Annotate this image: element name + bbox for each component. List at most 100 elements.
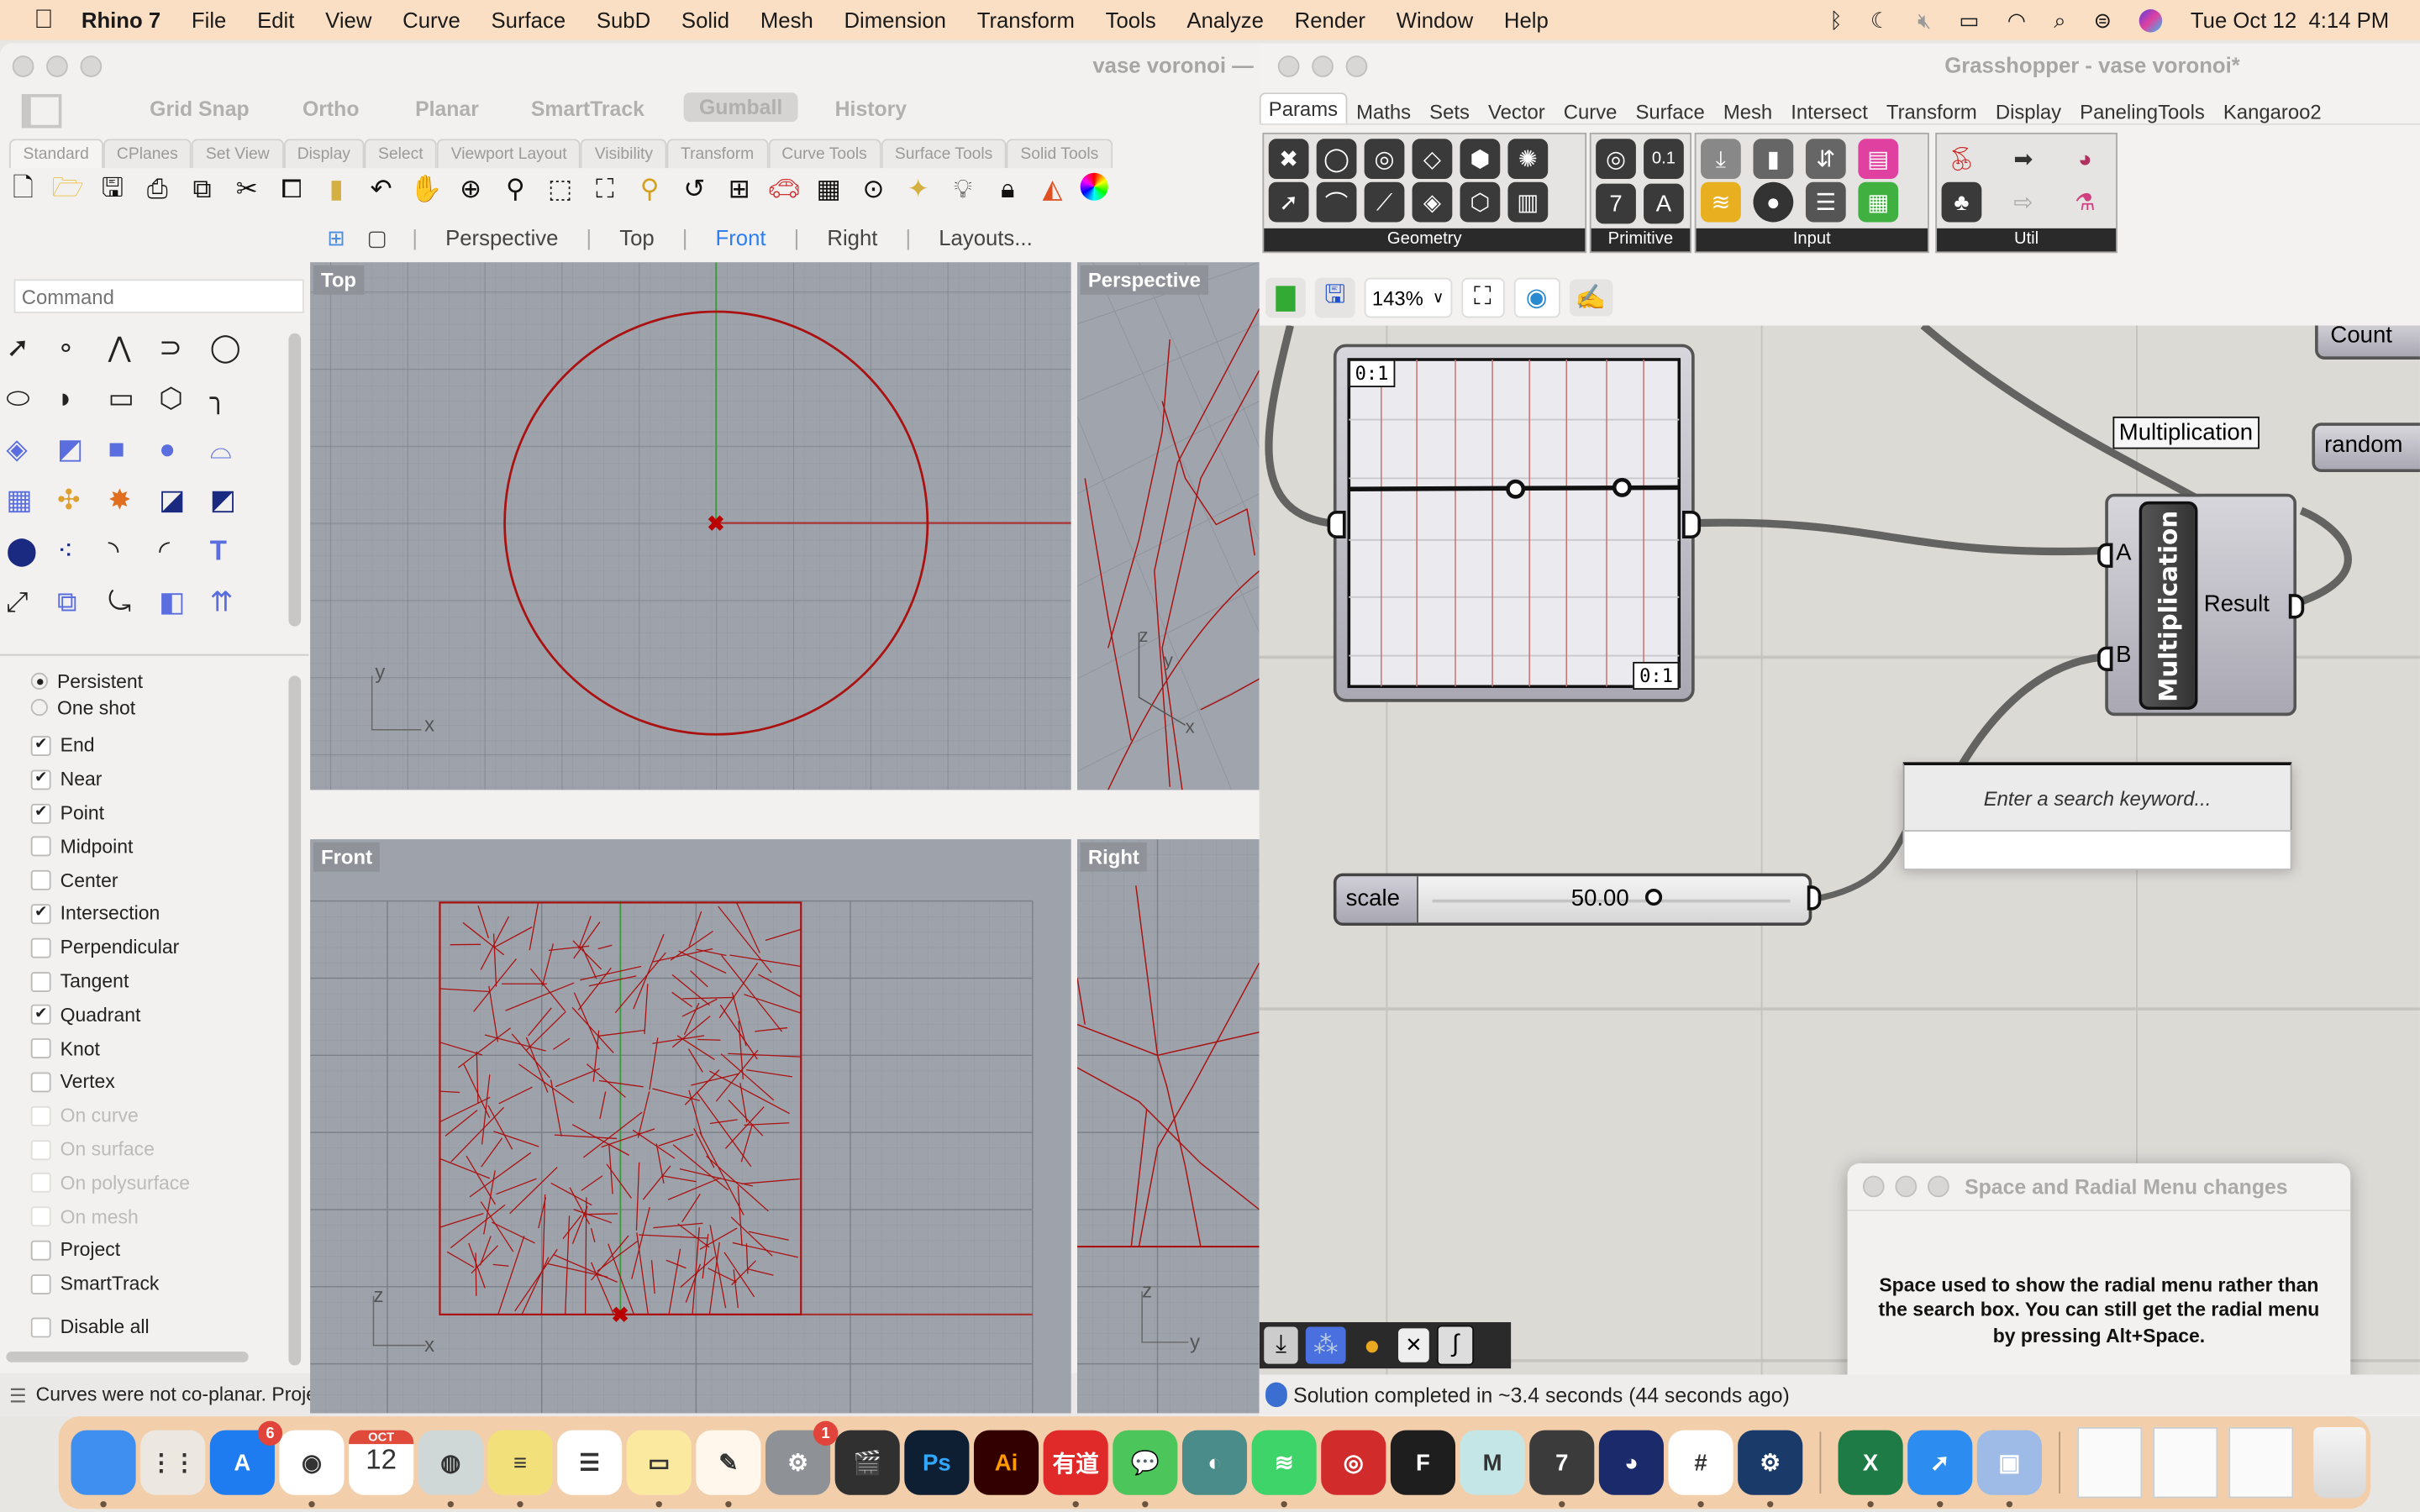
cut-icon[interactable]: ✂ bbox=[230, 173, 264, 207]
dock-app-cinema-4d[interactable]: ◕ bbox=[1598, 1430, 1664, 1495]
ortho-toggle[interactable]: Ortho bbox=[302, 97, 359, 121]
osnap-checkbox-smarttrack[interactable]: SmartTrack bbox=[30, 1268, 286, 1301]
text-param-icon[interactable]: A bbox=[1644, 183, 1684, 224]
search-keyword-input[interactable]: Enter a search keyword... bbox=[1902, 762, 2292, 831]
zoom-extents-icon[interactable]: ⛶ bbox=[1460, 277, 1505, 318]
multiplication-node[interactable]: Multiplication A B Result bbox=[2097, 493, 2305, 717]
car-icon[interactable]: 🚗︎ bbox=[767, 173, 801, 207]
random-node[interactable]: random bbox=[2312, 423, 2420, 473]
gumball-toggle[interactable]: Gumball bbox=[683, 92, 798, 123]
menu-render[interactable]: Render bbox=[1295, 8, 1365, 32]
checkbox[interactable] bbox=[30, 1105, 51, 1126]
dock-app-system-preferences[interactable]: ⚙ 1 bbox=[765, 1420, 839, 1495]
osnap-icon[interactable]: ⊙ bbox=[856, 173, 890, 207]
tree-icon[interactable]: ♣ bbox=[1941, 181, 1982, 223]
dialog-minimize-button[interactable] bbox=[1895, 1175, 1918, 1198]
array-icon[interactable]: ⇈ bbox=[210, 586, 261, 638]
curve-handle[interactable] bbox=[1506, 479, 1526, 499]
galapagos-flask-icon[interactable]: ⚗ bbox=[2065, 182, 2106, 223]
close-button[interactable] bbox=[12, 55, 34, 77]
number-icon[interactable]: 0.1 bbox=[1644, 139, 1684, 180]
dock-recent-document[interactable] bbox=[2077, 1426, 2143, 1499]
gh-group-label-primitive[interactable]: Primitive bbox=[1591, 228, 1691, 252]
checkbox[interactable] bbox=[30, 837, 51, 858]
group-icon[interactable]: ⁖ bbox=[57, 535, 108, 586]
gh-close-button[interactable] bbox=[1277, 55, 1300, 77]
gh-tab-intersect[interactable]: Intersect bbox=[1781, 100, 1877, 123]
four-view-layout-icon[interactable]: ⊞ bbox=[327, 224, 345, 250]
input-b-grip[interactable] bbox=[2097, 646, 2113, 671]
bake-icon[interactable]: ⤓ bbox=[1264, 1326, 1298, 1364]
dock-app-steam[interactable]: ⚙ bbox=[1738, 1430, 1803, 1508]
output-grip[interactable] bbox=[1682, 510, 1702, 539]
input-a-grip[interactable] bbox=[2097, 543, 2113, 568]
gh-group-label-geometry[interactable]: Geometry bbox=[1264, 228, 1586, 252]
brep-param-icon[interactable]: ⬢ bbox=[1460, 139, 1501, 180]
menu-solid[interactable]: Solid bbox=[681, 8, 729, 32]
rotate-icon[interactable]: ⤿ bbox=[108, 586, 160, 638]
osnap-checkbox-project[interactable]: Project bbox=[30, 1234, 286, 1268]
boolean-union-icon[interactable]: ⬤ bbox=[6, 535, 57, 586]
gh-tab-sets[interactable]: Sets bbox=[1420, 100, 1479, 123]
matrix-icon[interactable]: ▦ bbox=[1858, 181, 1899, 223]
input-b-label[interactable]: B bbox=[2116, 642, 2131, 668]
dock-app-youdao[interactable]: 有道 bbox=[1043, 1430, 1108, 1508]
open-document-icon[interactable]: ▇ bbox=[1265, 277, 1306, 318]
osnap-checkbox-knot[interactable]: Knot bbox=[30, 1032, 286, 1065]
import-icon[interactable]: ⧉ bbox=[185, 173, 218, 207]
siri-icon[interactable] bbox=[2139, 8, 2163, 32]
list-icon[interactable]: ☰ bbox=[9, 1383, 27, 1406]
input-a-label[interactable]: A bbox=[2116, 540, 2131, 566]
fitness-icon[interactable]: ◕ bbox=[2065, 139, 2106, 179]
open-folder-icon[interactable]: 🗁 bbox=[51, 172, 85, 207]
checkbox[interactable] bbox=[30, 937, 51, 958]
sketch-pen-icon[interactable]: ✍ bbox=[1569, 279, 1612, 317]
save-document-icon[interactable]: 🖫 bbox=[1314, 277, 1355, 318]
control-center-icon[interactable]: ⊜ bbox=[2094, 7, 2112, 33]
dock-app-spotify[interactable]: ≋ bbox=[1251, 1430, 1317, 1508]
dock-app-calendar[interactable]: OCT 12 bbox=[349, 1430, 414, 1495]
gh-tab-panelingtools[interactable]: PanelingTools bbox=[2070, 100, 2214, 123]
save-icon[interactable]: 🖫 bbox=[96, 172, 129, 207]
print-icon[interactable]: ⎙ bbox=[140, 173, 174, 207]
checkbox[interactable] bbox=[30, 870, 51, 891]
output-result-grip[interactable] bbox=[2288, 594, 2305, 619]
cherry-picker-icon[interactable]: 🍒︎ bbox=[1942, 139, 1982, 179]
paste-icon[interactable]: ▮ bbox=[319, 173, 353, 207]
scale-slider-node[interactable]: scale 50.00 bbox=[1333, 873, 1812, 927]
mesh-icon[interactable]: ▦ bbox=[6, 485, 57, 536]
tab-solid-tools[interactable]: Solid Tools bbox=[1006, 139, 1113, 169]
menu-surface[interactable]: Surface bbox=[492, 8, 566, 32]
focus-moon-icon[interactable]: ☾ bbox=[1870, 7, 1890, 33]
toggle-icon[interactable]: ● bbox=[1753, 181, 1794, 223]
surface-from-points-icon[interactable]: ◈ bbox=[6, 433, 57, 485]
checkbox[interactable] bbox=[30, 1072, 51, 1093]
viewport-label-perspective[interactable]: Perspective bbox=[1080, 265, 1209, 295]
viewport-perspective[interactable]: zy x Perspective bbox=[1077, 262, 1260, 790]
dialog-zoom-button[interactable] bbox=[1928, 1175, 1949, 1198]
tab-visibility[interactable]: Visibility bbox=[581, 139, 667, 169]
light-bulb-icon[interactable]: 💡︎ bbox=[946, 173, 980, 207]
menu-dimension[interactable]: Dimension bbox=[844, 8, 945, 32]
blend-curve-icon[interactable]: ◜ bbox=[159, 535, 210, 586]
dock-trash-icon[interactable] bbox=[2313, 1426, 2366, 1499]
osnap-checkbox-center[interactable]: Center bbox=[30, 864, 286, 897]
horizontal-scrollbar[interactable] bbox=[6, 1351, 249, 1362]
apple-icon[interactable]:  bbox=[34, 5, 53, 36]
dock-app-wechat[interactable]: 💬 bbox=[1113, 1430, 1178, 1508]
boolean-icon[interactable]: ◎ bbox=[1596, 139, 1636, 180]
checkbox[interactable]: ✔ bbox=[30, 803, 51, 824]
dock-app-notes[interactable]: ▭ bbox=[626, 1430, 692, 1508]
tab-viewport-layout[interactable]: Viewport Layout bbox=[437, 139, 581, 169]
line-param-icon[interactable]: ⟋ bbox=[1364, 181, 1405, 223]
checkbox[interactable] bbox=[30, 1273, 51, 1294]
menu-edit[interactable]: Edit bbox=[257, 8, 294, 32]
osnap-checkbox-intersection[interactable]: ✔ Intersection bbox=[30, 897, 286, 931]
tab-display[interactable]: Display bbox=[283, 139, 365, 169]
osnap-one-shot-radio[interactable]: One shot bbox=[30, 690, 286, 724]
checkbox[interactable] bbox=[30, 1038, 51, 1059]
sidebar-toggle-icon[interactable] bbox=[21, 94, 62, 129]
tab-cplanes[interactable]: CPlanes bbox=[103, 139, 192, 169]
menu-file[interactable]: File bbox=[192, 8, 226, 32]
pan-hand-icon[interactable]: ✋ bbox=[409, 173, 443, 207]
